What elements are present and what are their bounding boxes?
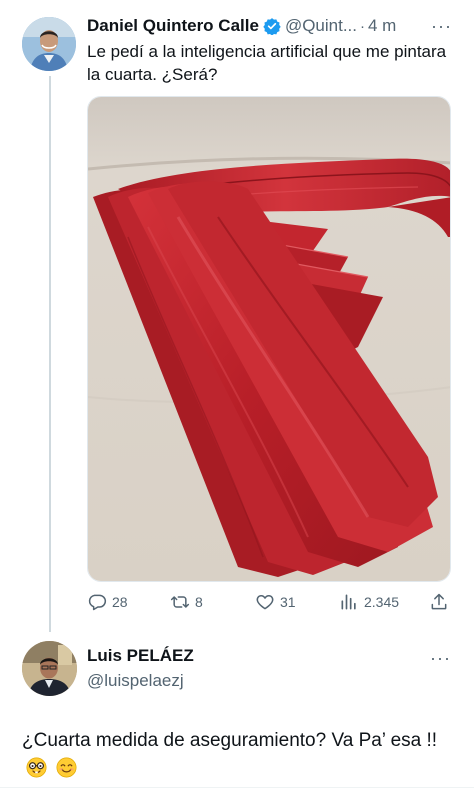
author-handle[interactable]: @Quint... <box>285 16 357 36</box>
retweet-button[interactable]: 8 <box>170 590 203 614</box>
reply-icon <box>88 594 107 611</box>
views-bar-chart-icon <box>341 594 356 610</box>
divider <box>0 787 474 788</box>
tweet-header: Daniel Quintero Calle @Quint... · 4 m ··… <box>87 14 452 38</box>
more-options-icon[interactable]: ··· <box>430 648 451 669</box>
like-count: 31 <box>280 594 296 610</box>
author-name[interactable]: Daniel Quintero Calle <box>87 16 259 36</box>
verified-badge-icon <box>263 18 281 35</box>
tweet-text: Le pedí a la inteligencia artificial que… <box>87 42 447 84</box>
tweet-timestamp[interactable]: 4 m <box>368 16 396 36</box>
retweet-count: 8 <box>195 594 203 610</box>
smiling-face-emoji-icon <box>56 757 77 778</box>
reply-author-name[interactable]: Luis PELÁEZ <box>87 646 194 666</box>
author-avatar[interactable] <box>22 17 76 71</box>
reply-author-handle[interactable]: @luispelaezj <box>87 671 184 691</box>
more-options-icon[interactable]: ··· <box>431 16 452 37</box>
views-button[interactable]: 2.345 <box>339 590 399 614</box>
views-count: 2.345 <box>364 594 400 610</box>
share-icon <box>431 593 447 610</box>
reply-count: 28 <box>112 594 128 610</box>
retweet-icon <box>170 596 190 608</box>
avatar-photo <box>22 641 77 696</box>
avatar-photo <box>22 17 76 71</box>
tweet-media-image[interactable] <box>87 96 451 582</box>
reply-author-avatar[interactable] <box>22 641 77 696</box>
reply-tweet-text: ¿Cuarta medida de aseguramiento? Va Pa’ … <box>22 726 452 784</box>
nerd-face-emoji-icon <box>26 757 47 778</box>
share-button[interactable] <box>429 590 454 614</box>
separator-dot: · <box>360 17 365 35</box>
heart-icon <box>256 595 274 610</box>
tweet-action-bar: 28 8 31 2.345 <box>87 590 451 614</box>
reply-text-content: ¿Cuarta medida de aseguramiento? Va Pa’ … <box>22 730 438 751</box>
reply-button[interactable]: 28 <box>87 590 128 614</box>
red-ties-photo <box>88 97 450 581</box>
like-button[interactable]: 31 <box>255 590 296 614</box>
thread-connector-line <box>49 76 51 632</box>
